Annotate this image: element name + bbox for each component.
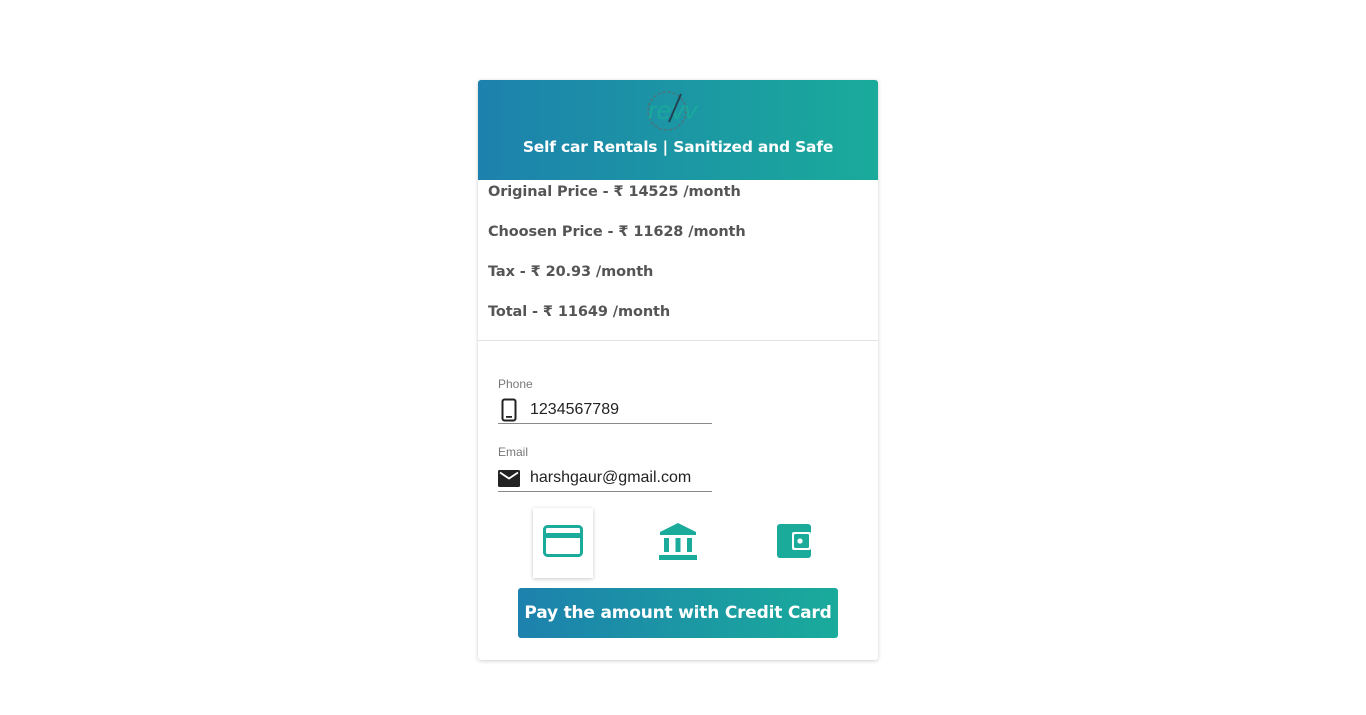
phone-input[interactable] [530, 401, 710, 419]
revv-logo: revv [647, 91, 699, 131]
divider [478, 340, 878, 341]
phone-input-row [498, 397, 712, 424]
bank-icon [658, 521, 698, 566]
header-tagline: Self car Rentals | Sanitized and Safe [522, 138, 834, 156]
phone-field: Phone [498, 377, 712, 424]
pay-method-credit-card[interactable] [533, 508, 593, 578]
original-price: Original Price - ₹ 14525 /month [488, 184, 741, 200]
card-header: revv Self car Rentals | Sanitized and Sa… [478, 80, 878, 180]
pay-method-wallet[interactable] [764, 508, 824, 578]
total-price: Total - ₹ 11649 /month [488, 304, 671, 320]
payment-card: revv Self car Rentals | Sanitized and Sa… [478, 80, 878, 660]
email-input-row [498, 465, 712, 492]
email-input[interactable] [530, 469, 710, 487]
phone-icon [498, 398, 520, 422]
pay-method-bank[interactable] [648, 508, 708, 578]
pay-button[interactable]: Pay the amount with Credit Card [518, 588, 838, 638]
tax-amount: Tax - ₹ 20.93 /month [488, 264, 654, 280]
credit-card-icon [543, 524, 583, 562]
email-field: Email [498, 445, 712, 492]
chosen-price: Choosen Price - ₹ 11628 /month [488, 224, 746, 240]
phone-label: Phone [498, 377, 533, 391]
wallet-icon [775, 522, 813, 565]
mail-icon [498, 466, 520, 490]
email-label: Email [498, 445, 529, 459]
